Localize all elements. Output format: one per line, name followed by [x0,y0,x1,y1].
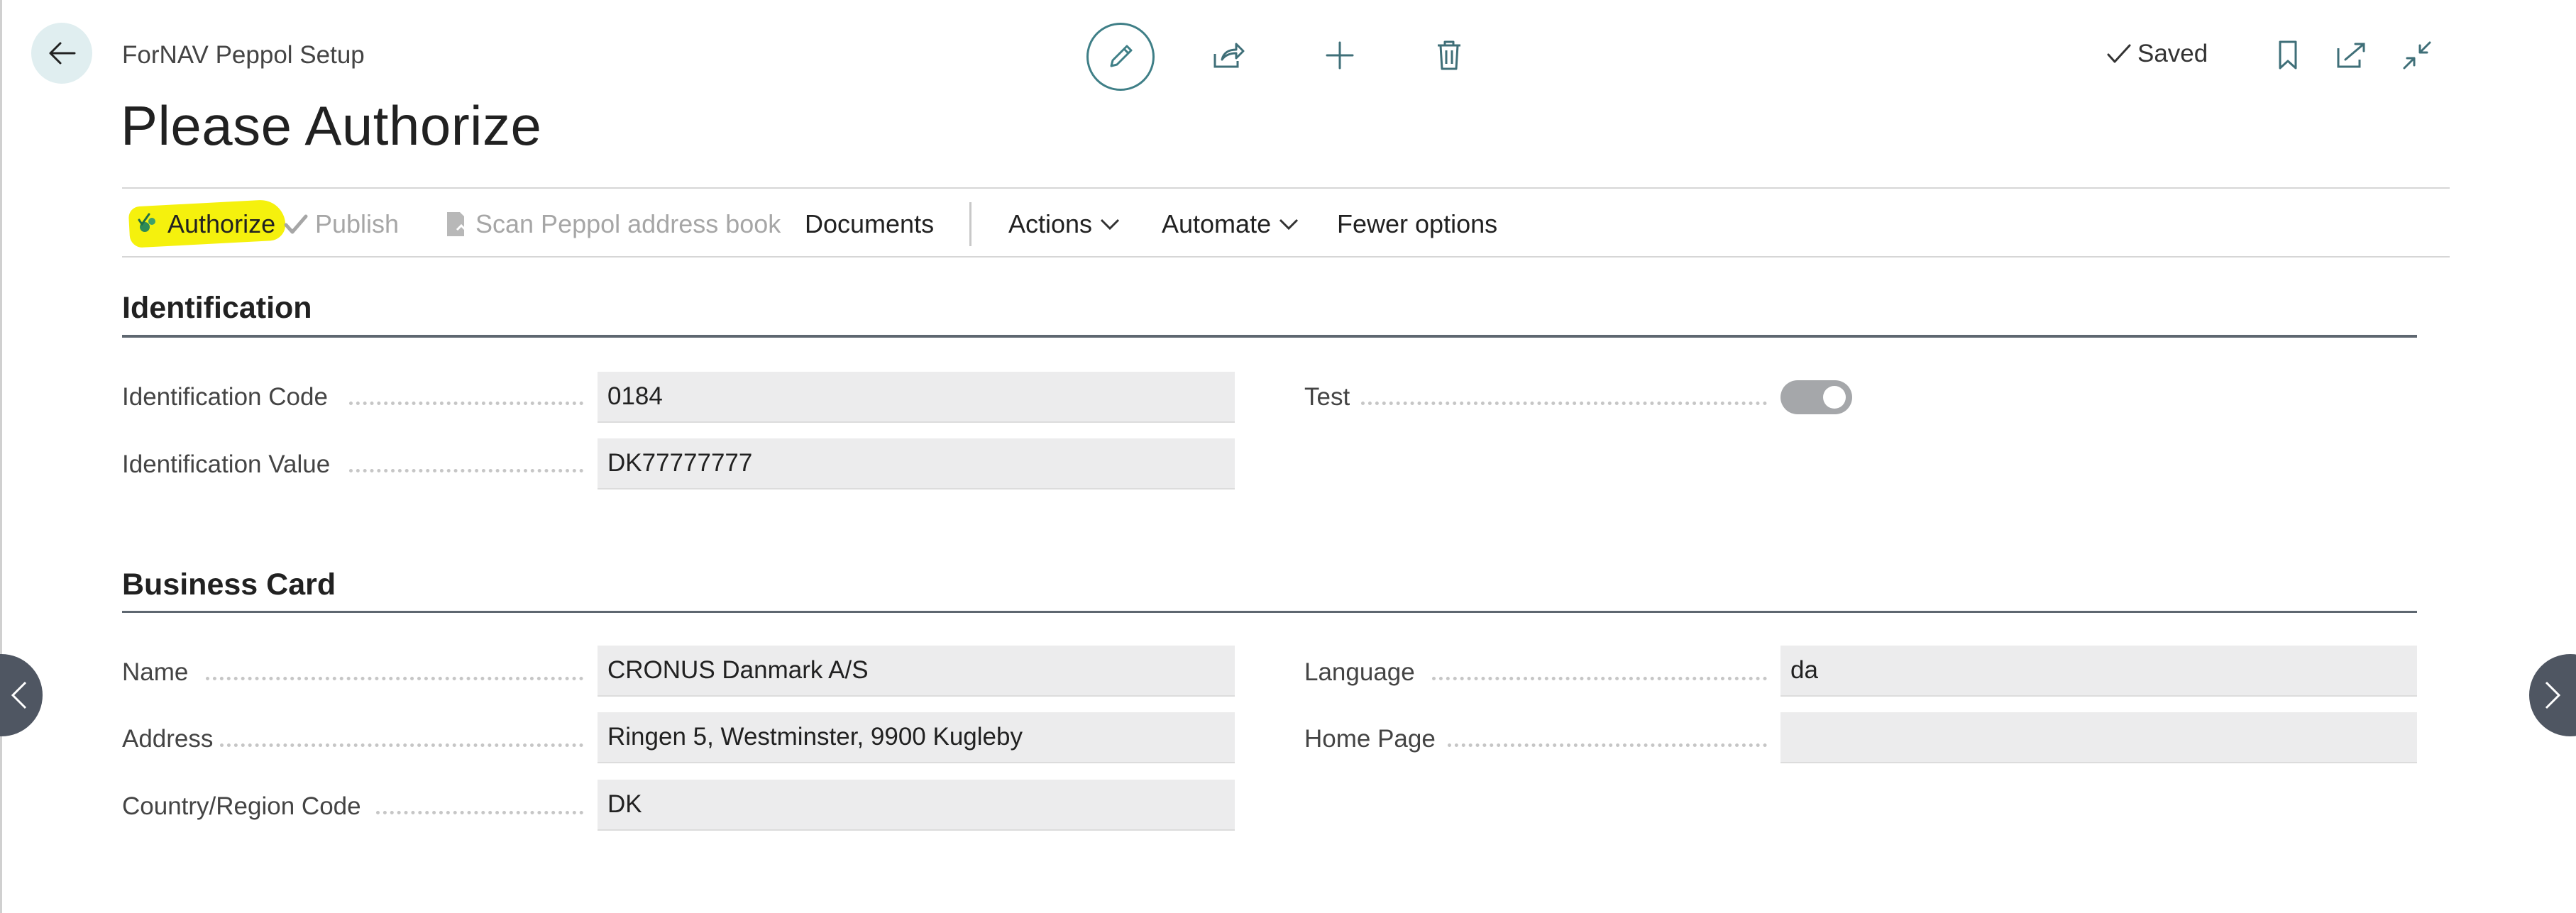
identification-code-leader [349,402,583,405]
documents-action[interactable]: Documents [805,209,969,239]
saved-label: Saved [2137,40,2208,67]
share-icon [1213,43,1245,68]
test-toggle[interactable] [1780,380,1852,414]
name-field[interactable]: CRONUS Danmark A/S [598,646,1235,697]
plus-icon [1326,41,1354,70]
language-leader [1432,677,1767,680]
home-page-label: Home Page [1304,725,1436,753]
business-card-section-divider [122,611,2417,613]
fewer-options-label: Fewer options [1337,209,1498,238]
identification-value-leader [349,469,583,472]
address-label: Address [122,725,214,753]
publish-action[interactable]: Publish [284,209,444,239]
previous-record-button[interactable] [0,654,43,736]
fewer-options-action[interactable]: Fewer options [1311,209,1497,239]
identification-value-field[interactable]: DK77777777 [598,438,1235,489]
pencil-icon [1110,45,1133,67]
identification-code-field[interactable]: 0184 [598,372,1235,423]
share-button[interactable] [1209,35,1248,75]
next-record-button[interactable] [2529,654,2576,736]
chevron-left-icon [11,681,27,709]
identification-section-title[interactable]: Identification [122,291,312,326]
name-label: Name [122,658,189,686]
business-card-section-title[interactable]: Business Card [122,568,336,602]
breadcrumb: ForNAV Peppol Setup [122,41,365,69]
publish-label: Publish [315,209,400,238]
authorize-label: Authorize [167,209,276,238]
back-button[interactable] [31,23,92,84]
documents-label: Documents [805,209,935,238]
bookmark-icon [2279,40,2297,70]
actions-menu[interactable]: Actions [971,209,1126,239]
bookmark-button[interactable] [2268,35,2308,75]
test-leader [1361,402,1767,405]
automate-label: Automate [1162,209,1272,238]
checkmark-icon [2107,44,2131,63]
open-new-window-button[interactable] [2331,35,2371,75]
scan-peppol-address-book-action[interactable]: Scan Peppol address book [444,209,805,239]
automate-menu[interactable]: Automate [1126,209,1311,239]
chevron-down-icon [1101,218,1120,231]
authorize-icon [138,213,155,232]
action-bar-bottom-divider [122,256,2450,258]
scan-label: Scan Peppol address book [475,209,781,238]
collapse-icon [2403,41,2431,70]
language-label: Language [1304,658,1415,686]
checkmark-icon [284,214,308,234]
collapse-button[interactable] [2397,35,2437,75]
actions-label: Actions [1008,209,1093,238]
identification-value-label: Identification Value [122,450,331,478]
authorize-action[interactable]: Authorize [135,209,284,239]
test-label: Test [1304,383,1350,411]
saved-status: Saved [2106,40,2208,68]
home-page-leader [1448,743,1767,747]
action-bar-top-divider [122,187,2450,189]
action-bar: Authorize Publish Scan Peppol address bo… [135,202,1497,246]
test-toggle-knob [1823,386,1846,409]
chevron-down-icon [1279,218,1299,231]
delete-button[interactable] [1429,35,1469,75]
identification-code-label: Identification Code [122,383,328,411]
chevron-right-icon [2545,681,2561,709]
new-button[interactable] [1320,35,1360,75]
name-leader [206,677,583,680]
trash-icon [1438,40,1460,70]
address-leader [220,743,583,747]
page-title: Please Authorize [121,94,542,157]
edit-button[interactable] [1086,23,1155,91]
window-border [0,0,2,913]
address-field[interactable]: Ringen 5, Westminster, 9900 Kugleby [598,712,1235,763]
home-page-field[interactable] [1780,712,2417,763]
country-region-code-leader [376,811,583,814]
country-region-code-field[interactable]: DK [598,780,1235,831]
back-arrow-icon [49,42,76,65]
country-region-code-label: Country/Region Code [122,792,361,820]
open-new-window-icon [2337,43,2365,68]
scan-document-icon [447,212,467,236]
language-field[interactable]: da [1780,646,2417,697]
identification-section-divider [122,335,2417,338]
